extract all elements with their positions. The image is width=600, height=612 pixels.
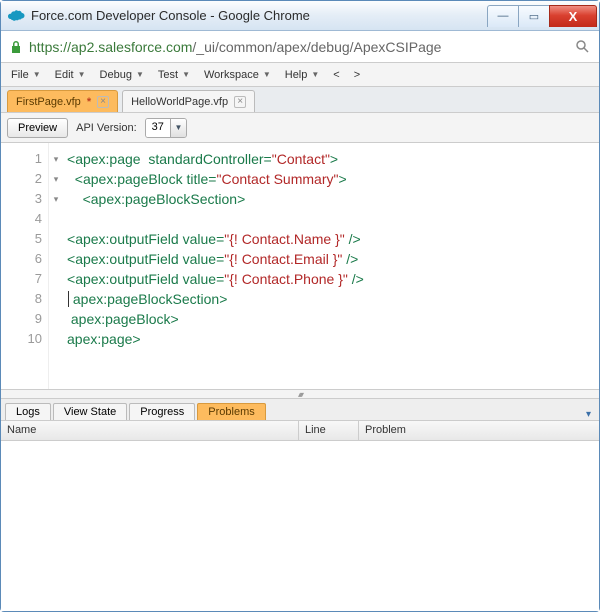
caret-icon: ▼	[136, 70, 144, 79]
caret-icon: ▼	[311, 70, 319, 79]
menu-debug[interactable]: Debug▼	[94, 66, 150, 84]
bottom-panel-tabs: Logs View State Progress Problems ▾	[1, 399, 599, 421]
caret-icon: ▼	[182, 70, 190, 79]
file-tab-firstpage[interactable]: FirstPage.vfp * ×	[7, 90, 118, 112]
api-version-select[interactable]: 37 ▼	[145, 118, 187, 138]
url-host: https://ap2.salesforce.com	[29, 39, 192, 55]
caret-icon: ▼	[263, 70, 271, 79]
menu-next[interactable]: >	[348, 66, 366, 84]
tab-close-icon[interactable]: ×	[97, 96, 109, 108]
problems-grid-header: Name Line Problem	[1, 421, 599, 441]
editor-toolbar: Preview API Version: 37 ▼	[1, 113, 599, 143]
titlebar[interactable]: Force.com Developer Console - Google Chr…	[1, 1, 599, 31]
tab-label: HelloWorldPage.vfp	[131, 96, 228, 108]
file-tab-bar: FirstPage.vfp * × HelloWorldPage.vfp ×	[1, 87, 599, 113]
tab-label: FirstPage.vfp	[16, 96, 81, 108]
menu-edit[interactable]: Edit▼	[49, 66, 92, 84]
api-version-label: API Version:	[76, 122, 137, 134]
salesforce-cloud-icon	[7, 7, 25, 25]
minimize-button[interactable]: —	[487, 5, 519, 27]
menu-help[interactable]: Help▼	[279, 66, 326, 84]
url-path: /_ui/common/apex/debug/ApexCSIPage	[192, 39, 441, 55]
tab-logs[interactable]: Logs	[5, 403, 51, 420]
menu-file[interactable]: File▼	[5, 66, 47, 84]
dirty-indicator: *	[87, 96, 91, 108]
menu-prev[interactable]: <	[327, 66, 345, 84]
api-version-value: 37	[146, 119, 170, 137]
col-problem[interactable]: Problem	[359, 421, 599, 440]
tab-problems[interactable]: Problems	[197, 403, 265, 420]
menu-bar: File▼ Edit▼ Debug▼ Test▼ Workspace▼ Help…	[1, 63, 599, 87]
file-tab-helloworld[interactable]: HelloWorldPage.vfp ×	[122, 90, 255, 112]
tab-close-icon[interactable]: ×	[234, 96, 246, 108]
caret-icon: ▼	[78, 70, 86, 79]
code-area[interactable]: <apex:page standardController="Contact">…	[63, 143, 599, 389]
col-line[interactable]: Line	[299, 421, 359, 440]
search-icon[interactable]	[575, 39, 591, 55]
menu-test[interactable]: Test▼	[152, 66, 196, 84]
maximize-button[interactable]: ▭	[518, 5, 550, 27]
address-bar[interactable]: https://ap2.salesforce.com/_ui/common/ap…	[1, 31, 599, 63]
panel-collapse-icon[interactable]: ▾	[582, 409, 595, 420]
line-gutter: 12345678910	[1, 143, 49, 389]
dropdown-icon[interactable]: ▼	[170, 119, 186, 137]
menu-workspace[interactable]: Workspace▼	[198, 66, 277, 84]
grip-icon: ▴▾	[298, 390, 302, 399]
preview-button[interactable]: Preview	[7, 118, 68, 138]
app-window: Force.com Developer Console - Google Chr…	[0, 0, 600, 612]
code-editor[interactable]: 12345678910 ▾▾▾ <apex:page standardContr…	[1, 143, 599, 389]
close-button[interactable]: X	[549, 5, 597, 27]
url-text: https://ap2.salesforce.com/_ui/common/ap…	[29, 39, 569, 55]
window-controls: — ▭ X	[488, 5, 597, 27]
tab-view-state[interactable]: View State	[53, 403, 127, 420]
panel-splitter[interactable]: ▴▾	[1, 389, 599, 399]
col-name[interactable]: Name	[1, 421, 299, 440]
lock-icon	[9, 40, 23, 54]
fold-gutter[interactable]: ▾▾▾	[49, 143, 63, 389]
caret-icon: ▼	[33, 70, 41, 79]
problems-grid-body	[1, 441, 599, 611]
tab-progress[interactable]: Progress	[129, 403, 195, 420]
window-title: Force.com Developer Console - Google Chr…	[31, 8, 488, 23]
